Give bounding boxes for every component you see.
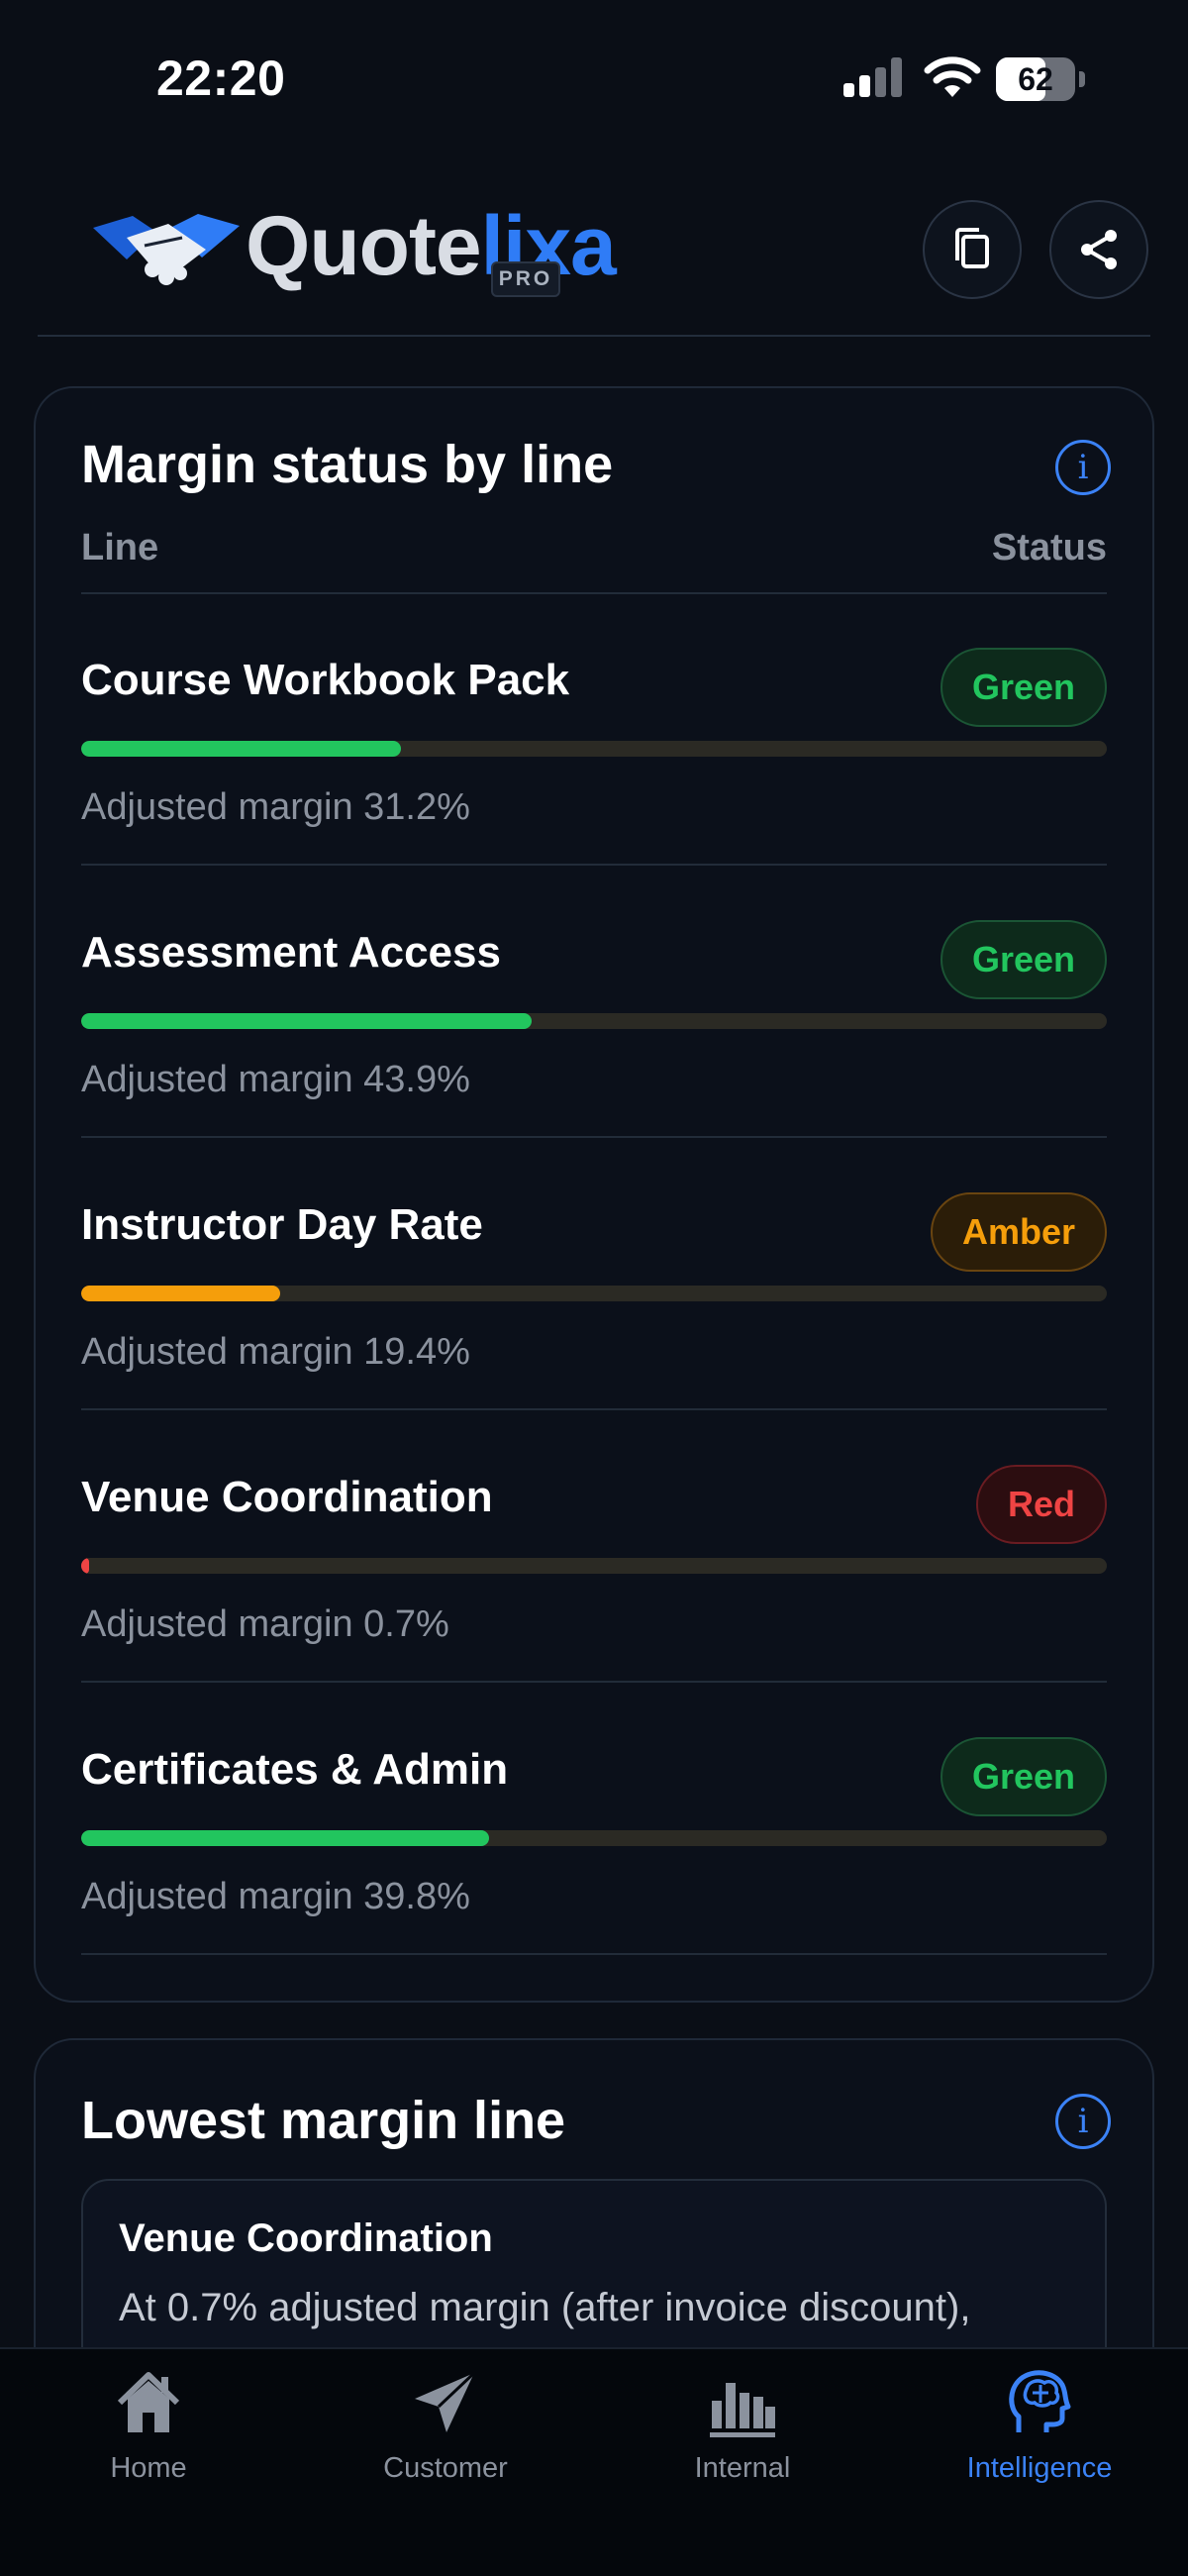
row-divider: [81, 864, 1107, 866]
tab-customer[interactable]: Customer: [297, 2363, 594, 2502]
status-badge: Amber: [930, 1192, 1107, 1272]
margin-status-card: Margin status by line i Line Status Cour…: [34, 386, 1154, 2003]
pro-badge: PRO: [491, 261, 560, 297]
margin-row[interactable]: Venue Coordination Red Adjusted margin 0.7…: [81, 1411, 1107, 1683]
column-header-status: Status: [991, 527, 1107, 568]
card-title: Margin status by line: [81, 435, 614, 494]
margin-bar-fill: [81, 1286, 280, 1301]
tab-internal[interactable]: Internal: [594, 2363, 891, 2502]
brain-head-icon: [1009, 2370, 1071, 2432]
row-divider: [81, 1953, 1107, 1955]
row-divider: [81, 1408, 1107, 1410]
tab-label: Home: [110, 2452, 187, 2484]
margin-bar-track: [81, 1013, 1107, 1029]
margin-row[interactable]: Course Workbook Pack Green Adjusted margin…: [81, 594, 1107, 866]
adjusted-margin: Adjusted margin 0.7%: [81, 1603, 449, 1645]
copy-icon: [955, 228, 989, 268]
line-name: Instructor Day Rate: [81, 1200, 483, 1249]
battery-icon: 62: [996, 57, 1085, 101]
margin-bar-fill: [81, 1830, 489, 1846]
row-divider: [81, 1681, 1107, 1683]
tab-bar: Home Customer Internal Intelligence: [0, 2347, 1188, 2576]
paper-plane-icon: [415, 2371, 476, 2432]
tab-intelligence[interactable]: Intelligence: [891, 2363, 1188, 2502]
info-icon[interactable]: i: [1055, 440, 1111, 495]
margin-bar-track: [81, 1830, 1107, 1846]
screen: 22:20 62 Quotelixa PRO Margin status by …: [0, 0, 1188, 2576]
margin-bar-track: [81, 741, 1107, 757]
line-name: Venue Coordination: [81, 1473, 493, 1521]
app-logo[interactable]: Quotelixa: [87, 198, 661, 307]
margin-bar-track: [81, 1558, 1107, 1574]
margin-bar-fill: [81, 741, 401, 757]
card-title: Lowest margin line: [81, 2091, 566, 2150]
margin-bar-fill: [81, 1013, 532, 1029]
handshake-logo-icon: [93, 214, 240, 285]
header-divider: [38, 335, 1150, 337]
line-name: Assessment Access: [81, 928, 501, 977]
column-header-line: Line: [81, 527, 159, 568]
share-button[interactable]: [1049, 200, 1148, 299]
adjusted-margin: Adjusted margin 31.2%: [81, 786, 470, 828]
status-badge: Red: [975, 1465, 1107, 1544]
battery-level: 62: [1018, 61, 1053, 97]
info-icon[interactable]: i: [1055, 2094, 1111, 2149]
status-bar: 22:20 62: [0, 0, 1188, 158]
status-badge: Green: [940, 648, 1107, 727]
tab-label: Intelligence: [966, 2452, 1113, 2484]
app-header: Quotelixa PRO: [0, 158, 1188, 337]
margin-bar-track: [81, 1286, 1107, 1301]
line-name: Course Workbook Pack: [81, 656, 570, 704]
margin-row[interactable]: Certificates & Admin Green Adjusted margin…: [81, 1684, 1107, 1955]
adjusted-margin: Adjusted margin 19.4%: [81, 1331, 470, 1373]
margin-row[interactable]: Instructor Day Rate Amber Adjusted margin …: [81, 1139, 1107, 1410]
home-icon: [117, 2372, 180, 2432]
tab-label: Customer: [383, 2452, 508, 2484]
tab-home[interactable]: Home: [0, 2363, 297, 2502]
margin-row[interactable]: Assessment Access Green Adjusted margin 43…: [81, 867, 1107, 1138]
margin-bar-fill: [81, 1558, 89, 1574]
row-divider: [81, 1136, 1107, 1138]
lowest-line-name: Venue Coordination: [119, 2216, 493, 2260]
cellular-signal-icon: [843, 57, 903, 97]
tab-label: Internal: [694, 2452, 791, 2484]
status-time: 22:20: [156, 51, 286, 106]
status-badge: Green: [940, 1737, 1107, 1816]
copy-button[interactable]: [923, 200, 1022, 299]
status-badge: Green: [940, 920, 1107, 999]
line-name: Certificates & Admin: [81, 1745, 509, 1794]
bar-chart-icon: [710, 2383, 775, 2437]
adjusted-margin: Adjusted margin 39.8%: [81, 1876, 470, 1917]
share-icon: [1081, 230, 1117, 269]
wifi-icon: [924, 56, 981, 97]
lowest-line-description: At 0.7% adjusted margin (after invoice d…: [119, 2286, 971, 2329]
adjusted-margin: Adjusted margin 43.9%: [81, 1059, 470, 1100]
